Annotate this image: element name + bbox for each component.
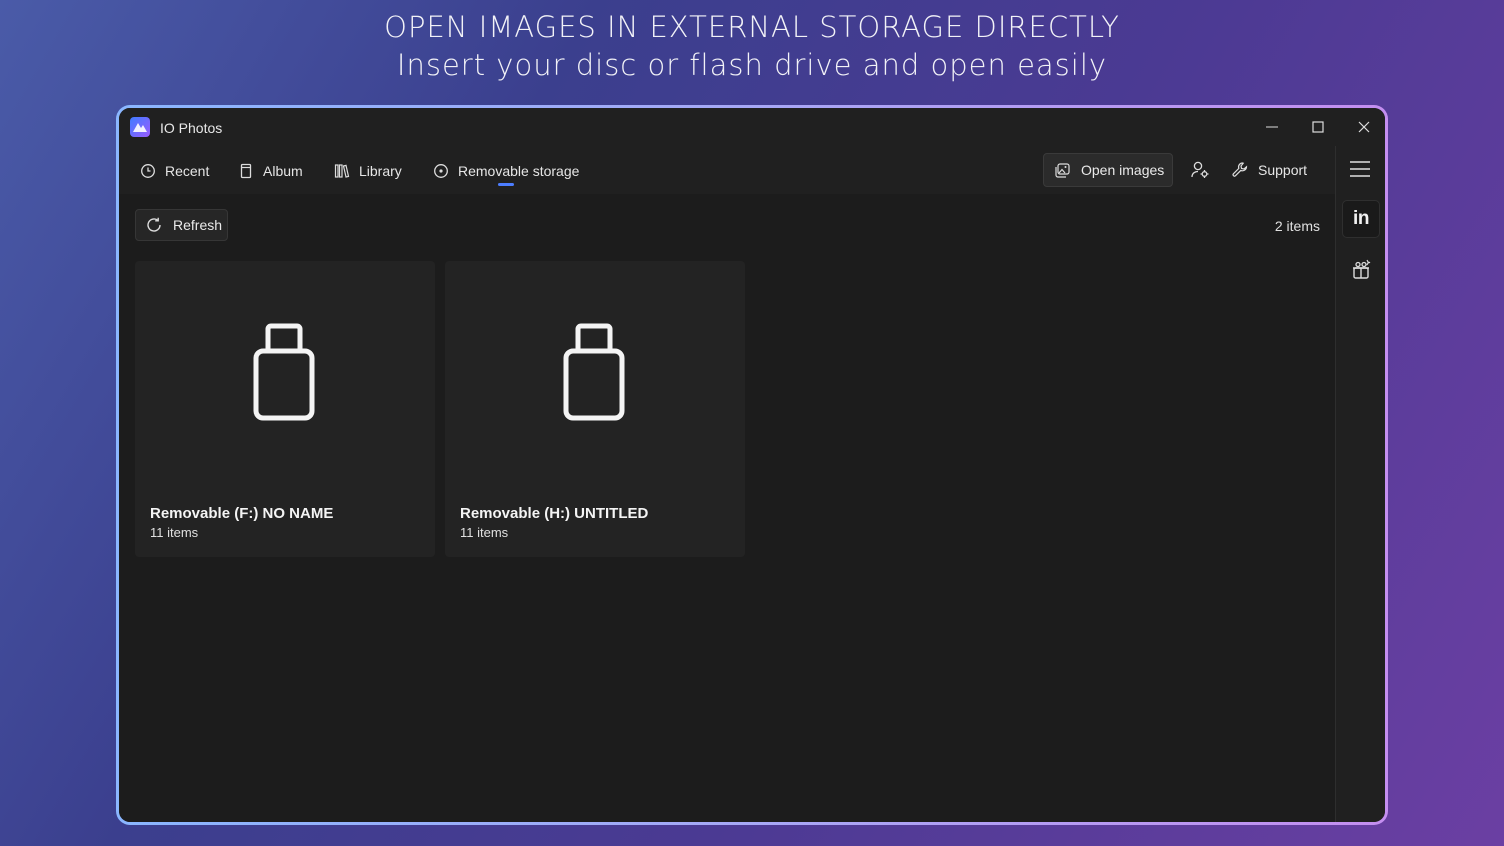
support-button[interactable]: Support bbox=[1231, 158, 1307, 182]
nav-item-recent[interactable]: Recent bbox=[134, 158, 215, 184]
usb-drive-icon bbox=[563, 323, 625, 421]
maximize-button[interactable] bbox=[1303, 114, 1333, 140]
nav-bar: Recent Album Library Removable storage O… bbox=[119, 146, 1335, 194]
promo-banner: OPEN IMAGES IN EXTERNAL STORAGE DIRECTLY… bbox=[0, 8, 1504, 84]
nav-item-removable-storage[interactable]: Removable storage bbox=[427, 158, 585, 184]
nav-item-album[interactable]: Album bbox=[232, 158, 309, 184]
open-images-button[interactable]: Open images bbox=[1043, 153, 1173, 187]
nav-item-label: Recent bbox=[165, 163, 210, 179]
album-icon bbox=[240, 163, 252, 179]
app-window: IO Photos Recent Album Library Removable… bbox=[116, 105, 1388, 825]
nav-item-label: Album bbox=[263, 163, 303, 179]
open-images-label: Open images bbox=[1081, 162, 1165, 178]
refresh-button[interactable]: Refresh bbox=[135, 209, 228, 241]
drive-name: Removable (F:) NO NAME bbox=[150, 505, 334, 522]
hamburger-menu-icon bbox=[1350, 161, 1370, 177]
menu-button[interactable] bbox=[1349, 160, 1371, 183]
banner-headline: OPEN IMAGES IN EXTERNAL STORAGE DIRECTLY bbox=[384, 10, 1120, 44]
drive-card[interactable]: Removable (F:) NO NAME 11 items bbox=[135, 261, 435, 557]
wrench-icon bbox=[1232, 162, 1248, 177]
open-images-icon bbox=[1055, 162, 1070, 178]
close-icon bbox=[1358, 121, 1370, 133]
linkedin-icon: in bbox=[1353, 208, 1369, 229]
title-bar[interactable]: IO Photos bbox=[119, 108, 1385, 146]
usb-drive-icon bbox=[253, 323, 315, 421]
side-panel: in bbox=[1335, 146, 1385, 822]
linkedin-button[interactable]: in bbox=[1342, 200, 1380, 238]
app-logo-icon bbox=[130, 117, 150, 137]
drive-item-count: 11 items bbox=[460, 525, 509, 540]
app-window-inner: IO Photos Recent Album Library Removable… bbox=[119, 108, 1385, 822]
close-button[interactable] bbox=[1349, 114, 1379, 140]
minimize-icon bbox=[1266, 126, 1278, 128]
clock-icon bbox=[141, 164, 155, 178]
gift-button[interactable] bbox=[1342, 250, 1380, 288]
app-title: IO Photos bbox=[160, 120, 223, 136]
drive-name: Removable (H:) UNTITLED bbox=[460, 505, 649, 522]
user-settings-button[interactable] bbox=[1188, 158, 1212, 182]
user-settings-icon bbox=[1191, 161, 1209, 178]
drive-card[interactable]: Removable (H:) UNTITLED 11 items bbox=[445, 261, 745, 557]
item-count: 2 items bbox=[1274, 218, 1320, 234]
drive-item-count: 11 items bbox=[150, 525, 199, 540]
maximize-icon bbox=[1312, 121, 1324, 133]
minimize-button[interactable] bbox=[1257, 114, 1287, 140]
refresh-icon bbox=[147, 217, 161, 232]
disc-icon bbox=[434, 164, 448, 178]
selected-tab-indicator bbox=[498, 183, 514, 186]
gift-icon bbox=[1353, 259, 1371, 279]
support-label: Support bbox=[1258, 162, 1308, 178]
library-icon bbox=[334, 164, 350, 178]
nav-item-label: Removable storage bbox=[458, 163, 580, 179]
refresh-label: Refresh bbox=[173, 217, 223, 233]
main-content: Refresh 2 items Removable (F:) NO NAME 1… bbox=[119, 194, 1335, 822]
nav-item-label: Library bbox=[359, 163, 402, 179]
banner-subheadline: Insert your disc or flash drive and open… bbox=[396, 48, 1108, 82]
nav-item-library[interactable]: Library bbox=[328, 158, 408, 184]
